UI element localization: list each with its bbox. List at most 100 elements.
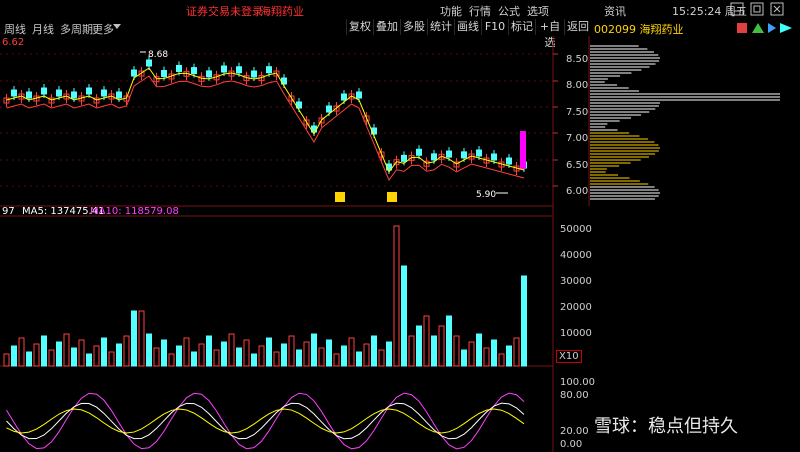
candle-body: [476, 149, 482, 157]
volume-axis-label: 20000: [560, 302, 592, 313]
candle-body: [11, 89, 17, 97]
btn-add-favorite[interactable]: +自选: [535, 19, 564, 49]
volume-bar: [221, 341, 227, 367]
volume-bar: [461, 349, 467, 367]
volume-bar: [183, 337, 190, 367]
price-axis-label: 7.00: [566, 133, 589, 144]
candle-body: [116, 91, 122, 99]
candle-body: [491, 153, 497, 161]
kline-chart[interactable]: 8.68 5.90: [0, 36, 800, 452]
minimize-icon[interactable]: [730, 2, 744, 16]
volume-bar: [491, 339, 497, 367]
volume-bar: [18, 337, 25, 367]
menu-options[interactable]: 选项: [527, 3, 549, 19]
menu-function[interactable]: 功能: [440, 3, 462, 19]
volume-bar: [483, 347, 490, 367]
tab-week[interactable]: 周线: [4, 21, 26, 37]
btn-overlay[interactable]: 叠加: [373, 19, 400, 35]
volume-bar: [168, 353, 175, 367]
price-axis-label: 6.00: [566, 186, 589, 197]
volume-bar: [213, 349, 220, 367]
btn-stats[interactable]: 统计: [427, 19, 454, 35]
volume-bar: [176, 345, 182, 367]
volume-bar: [386, 341, 392, 367]
volume-bar: [116, 343, 122, 367]
btn-back[interactable]: 返回: [564, 19, 591, 35]
candle-body: [506, 157, 512, 165]
btn-multi-stock[interactable]: 多股: [400, 19, 427, 35]
nav-icons[interactable]: [736, 21, 796, 35]
volume-bar: [161, 339, 167, 367]
candle-body: [131, 69, 137, 77]
volume-bar: [153, 347, 160, 367]
candle-body: [41, 87, 47, 95]
candle-body: [236, 66, 242, 74]
volume-axis-label: 30000: [560, 276, 592, 287]
volume-bar: [311, 333, 317, 367]
candle-body: [221, 65, 227, 73]
volume-bar: [131, 310, 137, 367]
volume-bar: [206, 335, 212, 367]
menu-news[interactable]: 资讯: [604, 3, 626, 19]
volume-bar: [408, 335, 415, 367]
volume-bar: [86, 353, 92, 367]
candle-body: [520, 131, 526, 169]
candle-body: [206, 70, 212, 78]
btn-adjust[interactable]: 复权: [346, 19, 373, 35]
event-marker[interactable]: [387, 192, 397, 202]
menu-formula[interactable]: 公式: [498, 3, 520, 19]
volume-bar: [78, 339, 85, 367]
restore-icon[interactable]: [750, 2, 764, 16]
btn-mark[interactable]: 标记: [508, 19, 535, 35]
volume-bar: [326, 339, 332, 367]
volume-bar: [266, 337, 272, 367]
volume-bar: [468, 341, 475, 367]
candle-body: [401, 154, 407, 162]
volume-bar: [446, 315, 452, 367]
volume-bar: [41, 335, 47, 367]
btn-draw[interactable]: 画线: [454, 19, 481, 35]
volume-bar: [123, 335, 130, 367]
candle-body: [146, 59, 152, 67]
candle-body: [191, 67, 197, 75]
candle-body: [356, 91, 362, 99]
chevron-down-icon[interactable]: [113, 24, 121, 29]
volume-bar: [288, 335, 295, 367]
candle-body: [101, 89, 107, 97]
play-icon: [768, 23, 776, 33]
candle-body: [251, 70, 257, 78]
btn-f10[interactable]: F10: [481, 19, 508, 35]
volume-bar: [258, 345, 265, 367]
indicator-axis-label: 100.00: [560, 377, 595, 388]
volume-bar: [108, 351, 115, 367]
stock-title: 002099 海翔药业: [594, 23, 684, 36]
high-annotation: 8.68: [148, 50, 168, 60]
menu-quote[interactable]: 行情: [469, 3, 491, 19]
event-marker[interactable]: [335, 192, 345, 202]
price-axis-label: 8.00: [566, 80, 589, 91]
volume-bar: [48, 349, 55, 367]
volume-bar: [243, 339, 250, 367]
volume-bar: [3, 353, 10, 367]
candle-body: [341, 93, 347, 101]
volume-bar: [378, 349, 385, 367]
volume-bar: [146, 333, 152, 367]
volume-bar: [363, 343, 370, 367]
candle-body: [86, 87, 92, 95]
tab-multi-period[interactable]: 多周期: [60, 21, 93, 37]
candle-body: [176, 64, 182, 72]
tab-more[interactable]: 更多: [92, 21, 114, 37]
close-icon[interactable]: [770, 2, 784, 16]
low-annotation: 5.90: [476, 190, 496, 200]
tab-month[interactable]: 月线: [32, 21, 54, 37]
volume-bar: [476, 333, 482, 367]
volume-bar: [453, 335, 460, 367]
indicator-axis-label: 80.00: [560, 390, 589, 401]
volume-bar: [498, 353, 505, 367]
candle-body: [416, 148, 422, 156]
price-axis-label: 6.50: [566, 160, 589, 171]
vol-ma10: MA10: 118579.08: [90, 206, 179, 217]
volume-axis-label: 40000: [560, 250, 592, 261]
volume-bar: [33, 343, 40, 367]
login-warning: 证券交易未登录: [186, 5, 263, 18]
